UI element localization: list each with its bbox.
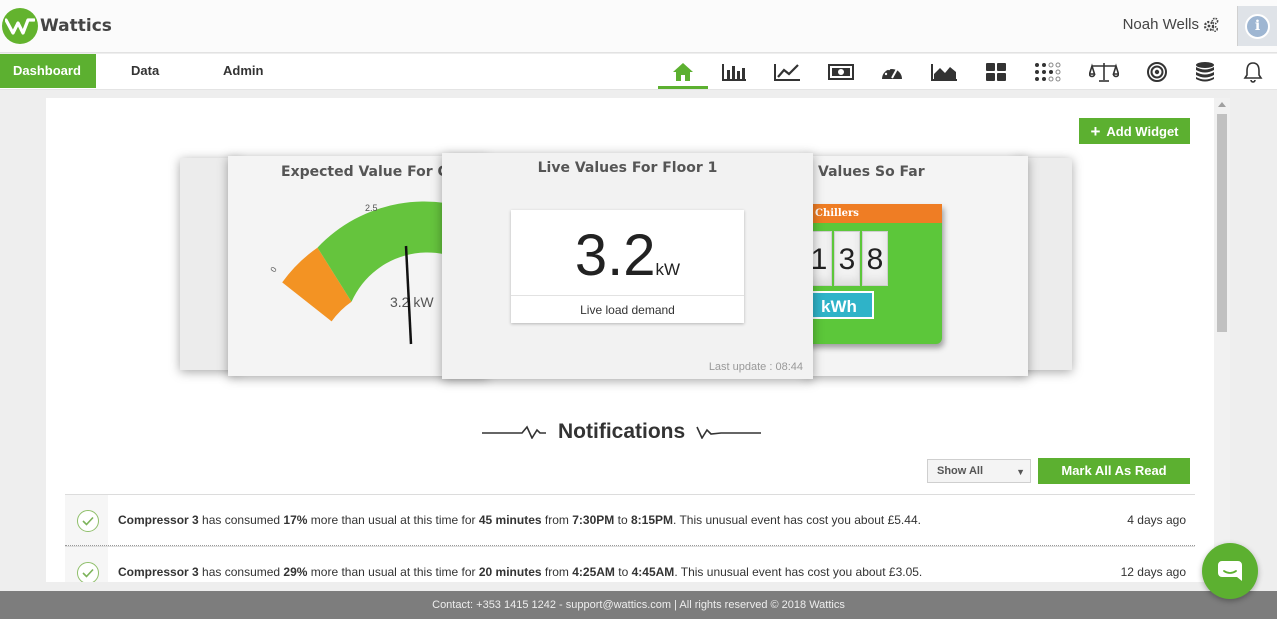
scrollbar-thumb[interactable]: [1217, 114, 1227, 332]
meter-digit: 8: [862, 231, 888, 286]
notif-from: 7:30PM: [572, 513, 615, 527]
wattics-logo-icon: [2, 8, 38, 44]
tab-data[interactable]: Data: [131, 54, 159, 88]
last-update: Last update : 08:44: [708, 361, 803, 373]
check-circle-icon[interactable]: [77, 510, 99, 532]
gauge-icon[interactable]: [876, 58, 908, 86]
tab-dashboard[interactable]: Dashboard: [0, 54, 96, 88]
bell-icon[interactable]: [1237, 58, 1269, 86]
home-icon[interactable]: [658, 58, 708, 89]
notification-time: 4 days ago: [1127, 513, 1186, 527]
add-widget-button[interactable]: + Add Widget: [1079, 118, 1190, 144]
notification-filter-select[interactable]: Show All ▼: [927, 459, 1031, 483]
notif-text-part: has consumed: [198, 513, 284, 527]
area-chart-icon[interactable]: [928, 58, 960, 86]
notif-percent: 17%: [283, 513, 308, 527]
database-icon[interactable]: [1189, 58, 1221, 86]
chat-launcher-button[interactable]: [1202, 543, 1258, 599]
notif-text-part: . This unusual event has cost you about …: [673, 513, 921, 527]
notification-row[interactable]: Compressor 3 has consumed 29% more than …: [65, 546, 1195, 582]
notif-text-part: more than usual at this time for: [307, 565, 479, 579]
footer: Contact: +353 1415 1242 - support@wattic…: [0, 591, 1277, 619]
page-scrollbar[interactable]: [1214, 98, 1230, 582]
money-icon[interactable]: [825, 58, 857, 86]
heatmap-icon[interactable]: [1032, 58, 1064, 86]
tab-admin[interactable]: Admin: [223, 54, 263, 88]
scroll-up-icon[interactable]: [1218, 102, 1226, 107]
notif-from: 4:25AM: [572, 565, 615, 579]
notif-duration: 45 minutes: [478, 513, 542, 527]
heading-wave-left-icon: [482, 425, 546, 439]
settings-gear-icon: [1203, 17, 1219, 32]
filter-value: Show All: [937, 465, 984, 477]
live-value-unit: kW: [655, 260, 681, 279]
notifications-title: Notifications: [558, 420, 686, 443]
notif-device: Compressor 3: [118, 565, 199, 579]
live-values-card[interactable]: Live Values For Floor 1 3.2kW Live load …: [442, 153, 813, 379]
widgets-icon[interactable]: [980, 58, 1012, 86]
live-value-box: 3.2kW Live load demand: [511, 210, 744, 323]
bar-chart-icon[interactable]: [718, 58, 750, 86]
notif-text-part: more than usual at this time for: [307, 513, 479, 527]
balance-icon[interactable]: [1088, 58, 1120, 86]
check-circle-icon[interactable]: [77, 562, 99, 582]
notif-text-part: . This unusual event has cost you about …: [674, 565, 923, 579]
notif-text-part: to: [614, 565, 632, 579]
notification-text: Compressor 3 has consumed 17% more than …: [118, 513, 921, 527]
chevron-down-icon: ▼: [1016, 467, 1025, 477]
notif-text-part: has consumed: [198, 565, 284, 579]
wattics-logo[interactable]: Wattics: [2, 8, 112, 44]
live-value: 3.2kW: [511, 222, 744, 289]
app-name: Wattics: [40, 16, 112, 36]
main-nav: Dashboard Data Admin: [0, 54, 1277, 90]
dashboard-panel: + Add Widget Expected Value For Co 2.5 0…: [46, 98, 1214, 582]
live-values-title: Live Values For Floor 1: [537, 160, 718, 176]
notif-text-part: from: [541, 565, 573, 579]
meter-title: Chillers: [806, 204, 942, 223]
chillers-meter: Chillers 1 3 8 kWh: [806, 204, 942, 344]
chat-icon: [1218, 561, 1242, 581]
notification-text: Compressor 3 has consumed 29% more than …: [118, 565, 922, 579]
target-icon[interactable]: [1141, 58, 1173, 86]
gauge-zero-label: 0: [269, 265, 279, 274]
live-value-number: 3.2: [574, 223, 656, 288]
notification-row[interactable]: Compressor 3 has consumed 17% more than …: [65, 494, 1195, 547]
expected-value-title: Expected Value For Co: [281, 164, 458, 180]
live-value-label: Live load demand: [511, 295, 744, 317]
notif-to: 4:45AM: [631, 565, 675, 579]
gauge-value-label: 3.2 kW: [390, 294, 434, 310]
info-button[interactable]: i: [1237, 6, 1277, 46]
meter-unit: kWh: [806, 291, 874, 319]
heading-wave-right-icon: [696, 426, 762, 439]
mark-all-read-button[interactable]: Mark All As Read: [1038, 458, 1190, 484]
notif-text-part: from: [541, 513, 573, 527]
meter-digit: 3: [834, 231, 860, 286]
user-name: Noah Wells: [1122, 16, 1199, 33]
notif-text-part: to: [614, 513, 631, 527]
notification-time: 12 days ago: [1120, 565, 1186, 579]
info-icon: i: [1245, 13, 1270, 39]
line-chart-icon[interactable]: [771, 58, 803, 86]
notifications-heading: Notifications: [482, 420, 762, 444]
user-menu[interactable]: Noah Wells: [1123, 16, 1219, 33]
notif-percent: 29%: [283, 565, 308, 579]
meter-digits: 1 3 8: [806, 231, 890, 286]
top-header: Wattics Noah Wells i: [0, 0, 1277, 53]
notif-device: Compressor 3: [118, 513, 199, 527]
values-so-far-title: Values So Far: [818, 164, 925, 180]
notif-duration: 20 minutes: [478, 565, 542, 579]
gauge-tick-label: 2.5: [365, 203, 378, 213]
notif-to: 8:15PM: [630, 513, 673, 527]
plus-icon: +: [1090, 121, 1101, 141]
add-widget-label: Add Widget: [1106, 123, 1179, 139]
